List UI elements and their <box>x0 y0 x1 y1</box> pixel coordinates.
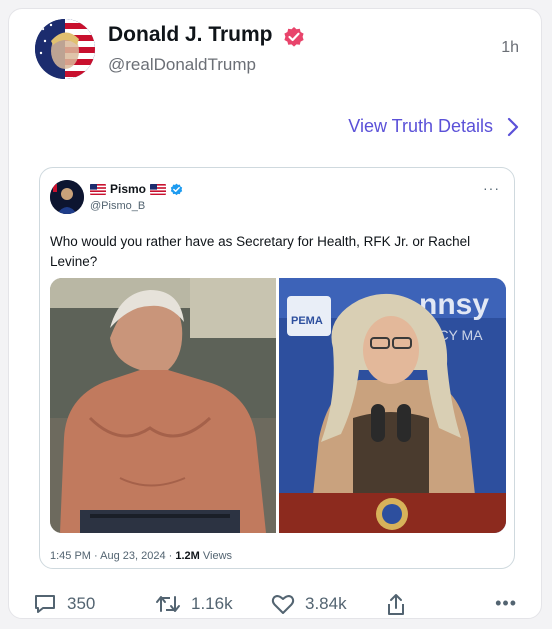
verified-badge-icon <box>284 27 304 47</box>
quoted-name-row: Pismo <box>90 182 183 196</box>
share-icon <box>388 594 404 615</box>
quoted-views-count: 1.2M <box>175 550 200 562</box>
quoted-post-text: Who would you rather have as Secretary f… <box>50 234 471 269</box>
more-options-icon[interactable]: ••• <box>495 593 517 614</box>
us-flag-icon <box>90 183 106 195</box>
author-avatar[interactable] <box>35 19 95 79</box>
quoted-author-avatar[interactable] <box>50 180 84 214</box>
sign-logo-text: PEMA <box>291 315 323 327</box>
post-timestamp[interactable]: 1h <box>501 39 519 57</box>
quoted-views-label: Views <box>199 550 233 562</box>
view-details-label: View Truth Details <box>348 116 493 136</box>
reply-button[interactable]: 350 <box>33 593 95 615</box>
retruth-count: 1.16k <box>191 594 233 613</box>
photo-right[interactable]: nnsy ENCY MA PEMA <box>279 278 506 533</box>
quoted-media[interactable]: nnsy ENCY MA PEMA <box>50 278 506 533</box>
author-handle[interactable]: @realDonaldTrump <box>108 55 256 75</box>
action-bar: 350 1.16k 3.84k ••• <box>33 593 517 617</box>
blue-check-icon <box>170 183 183 195</box>
view-truth-details-link[interactable]: View Truth Details <box>348 116 519 137</box>
share-button[interactable] <box>385 593 407 617</box>
us-flag-icon <box>150 183 167 195</box>
photo-left[interactable] <box>50 278 276 533</box>
retruth-icon <box>156 596 180 612</box>
heart-icon <box>271 595 295 614</box>
reply-count: 350 <box>67 594 96 613</box>
like-button[interactable]: 3.84k <box>271 593 347 615</box>
chevron-right-icon <box>507 117 519 136</box>
like-count: 3.84k <box>305 594 347 613</box>
comment-icon <box>35 595 55 613</box>
post-card: Donald J. Trump @realDonaldTrump 1h View… <box>8 8 542 619</box>
quoted-author-name[interactable]: Pismo <box>110 182 146 196</box>
quoted-post[interactable]: Pismo @Pismo_B ··· Who would you rather … <box>39 167 515 569</box>
quoted-author-handle[interactable]: @Pismo_B <box>90 200 145 212</box>
quoted-more-icon[interactable]: ··· <box>483 180 500 196</box>
author-name[interactable]: Donald J. Trump <box>108 23 273 47</box>
quoted-meta: 1:45 PM · Aug 23, 2024 · 1.2M Views <box>50 550 232 562</box>
quoted-timestamp[interactable]: 1:45 PM · Aug 23, 2024 · <box>50 550 175 562</box>
retruth-button[interactable]: 1.16k <box>155 593 233 615</box>
